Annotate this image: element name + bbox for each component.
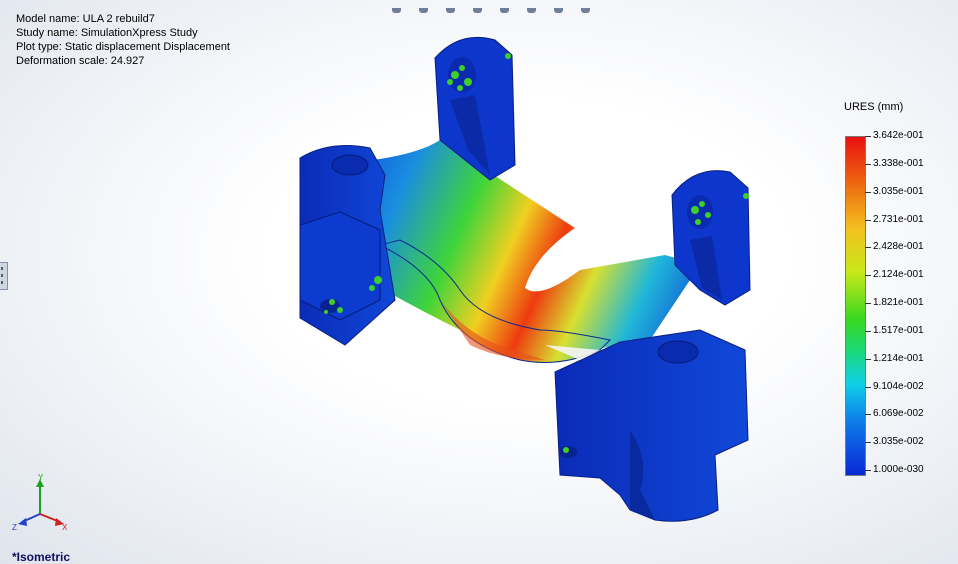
legend-tick [865, 442, 871, 444]
legend-tick [865, 163, 871, 165]
triad-x-label: X [62, 523, 68, 532]
legend-tick [865, 330, 871, 332]
triad-z-label: Z [12, 523, 17, 532]
legend-title: URES (mm) [844, 101, 904, 113]
legend-tick-label: 1.821e-001 [873, 297, 924, 308]
legend-tick-label: 9.104e-002 [873, 380, 924, 392]
legend-tick [865, 136, 871, 137]
legend-tick [865, 386, 871, 388]
legend-tick [865, 247, 871, 249]
right-mount-block [554, 329, 749, 522]
legend-tick-label: 3.035e-001 [873, 185, 924, 197]
legend-tick-label: 6.069e-002 [873, 408, 924, 420]
displacement-model-view[interactable] [0, 0, 958, 564]
triad-y-label: Y [38, 474, 44, 482]
legend-tick [865, 275, 871, 277]
legend-tick-label: 3.642e-001 [873, 130, 924, 141]
legend-tick [865, 219, 871, 221]
legend-tick [865, 358, 871, 360]
legend-tick-label: 3.338e-001 [873, 157, 924, 169]
legend-tick-label: 3.035e-002 [873, 436, 924, 448]
legend-tick [865, 470, 871, 471]
legend-tick [865, 414, 871, 416]
legend-tick-label: 2.124e-001 [873, 269, 924, 281]
view-orientation-label: *Isometric [12, 550, 71, 564]
displacement-color-bar [845, 136, 866, 476]
coordinate-triad-icon: Y X Z [12, 474, 68, 532]
legend-tick-label: 1.000e-030 [873, 464, 924, 475]
legend-tick [865, 191, 871, 193]
legend-tick-label: 1.214e-001 [873, 352, 924, 364]
legend-tick-label: 2.731e-001 [873, 213, 924, 225]
legend-tick-label: 1.517e-001 [873, 324, 924, 336]
legend-tick-label: 2.428e-001 [873, 241, 924, 253]
legend-tick [865, 303, 871, 304]
